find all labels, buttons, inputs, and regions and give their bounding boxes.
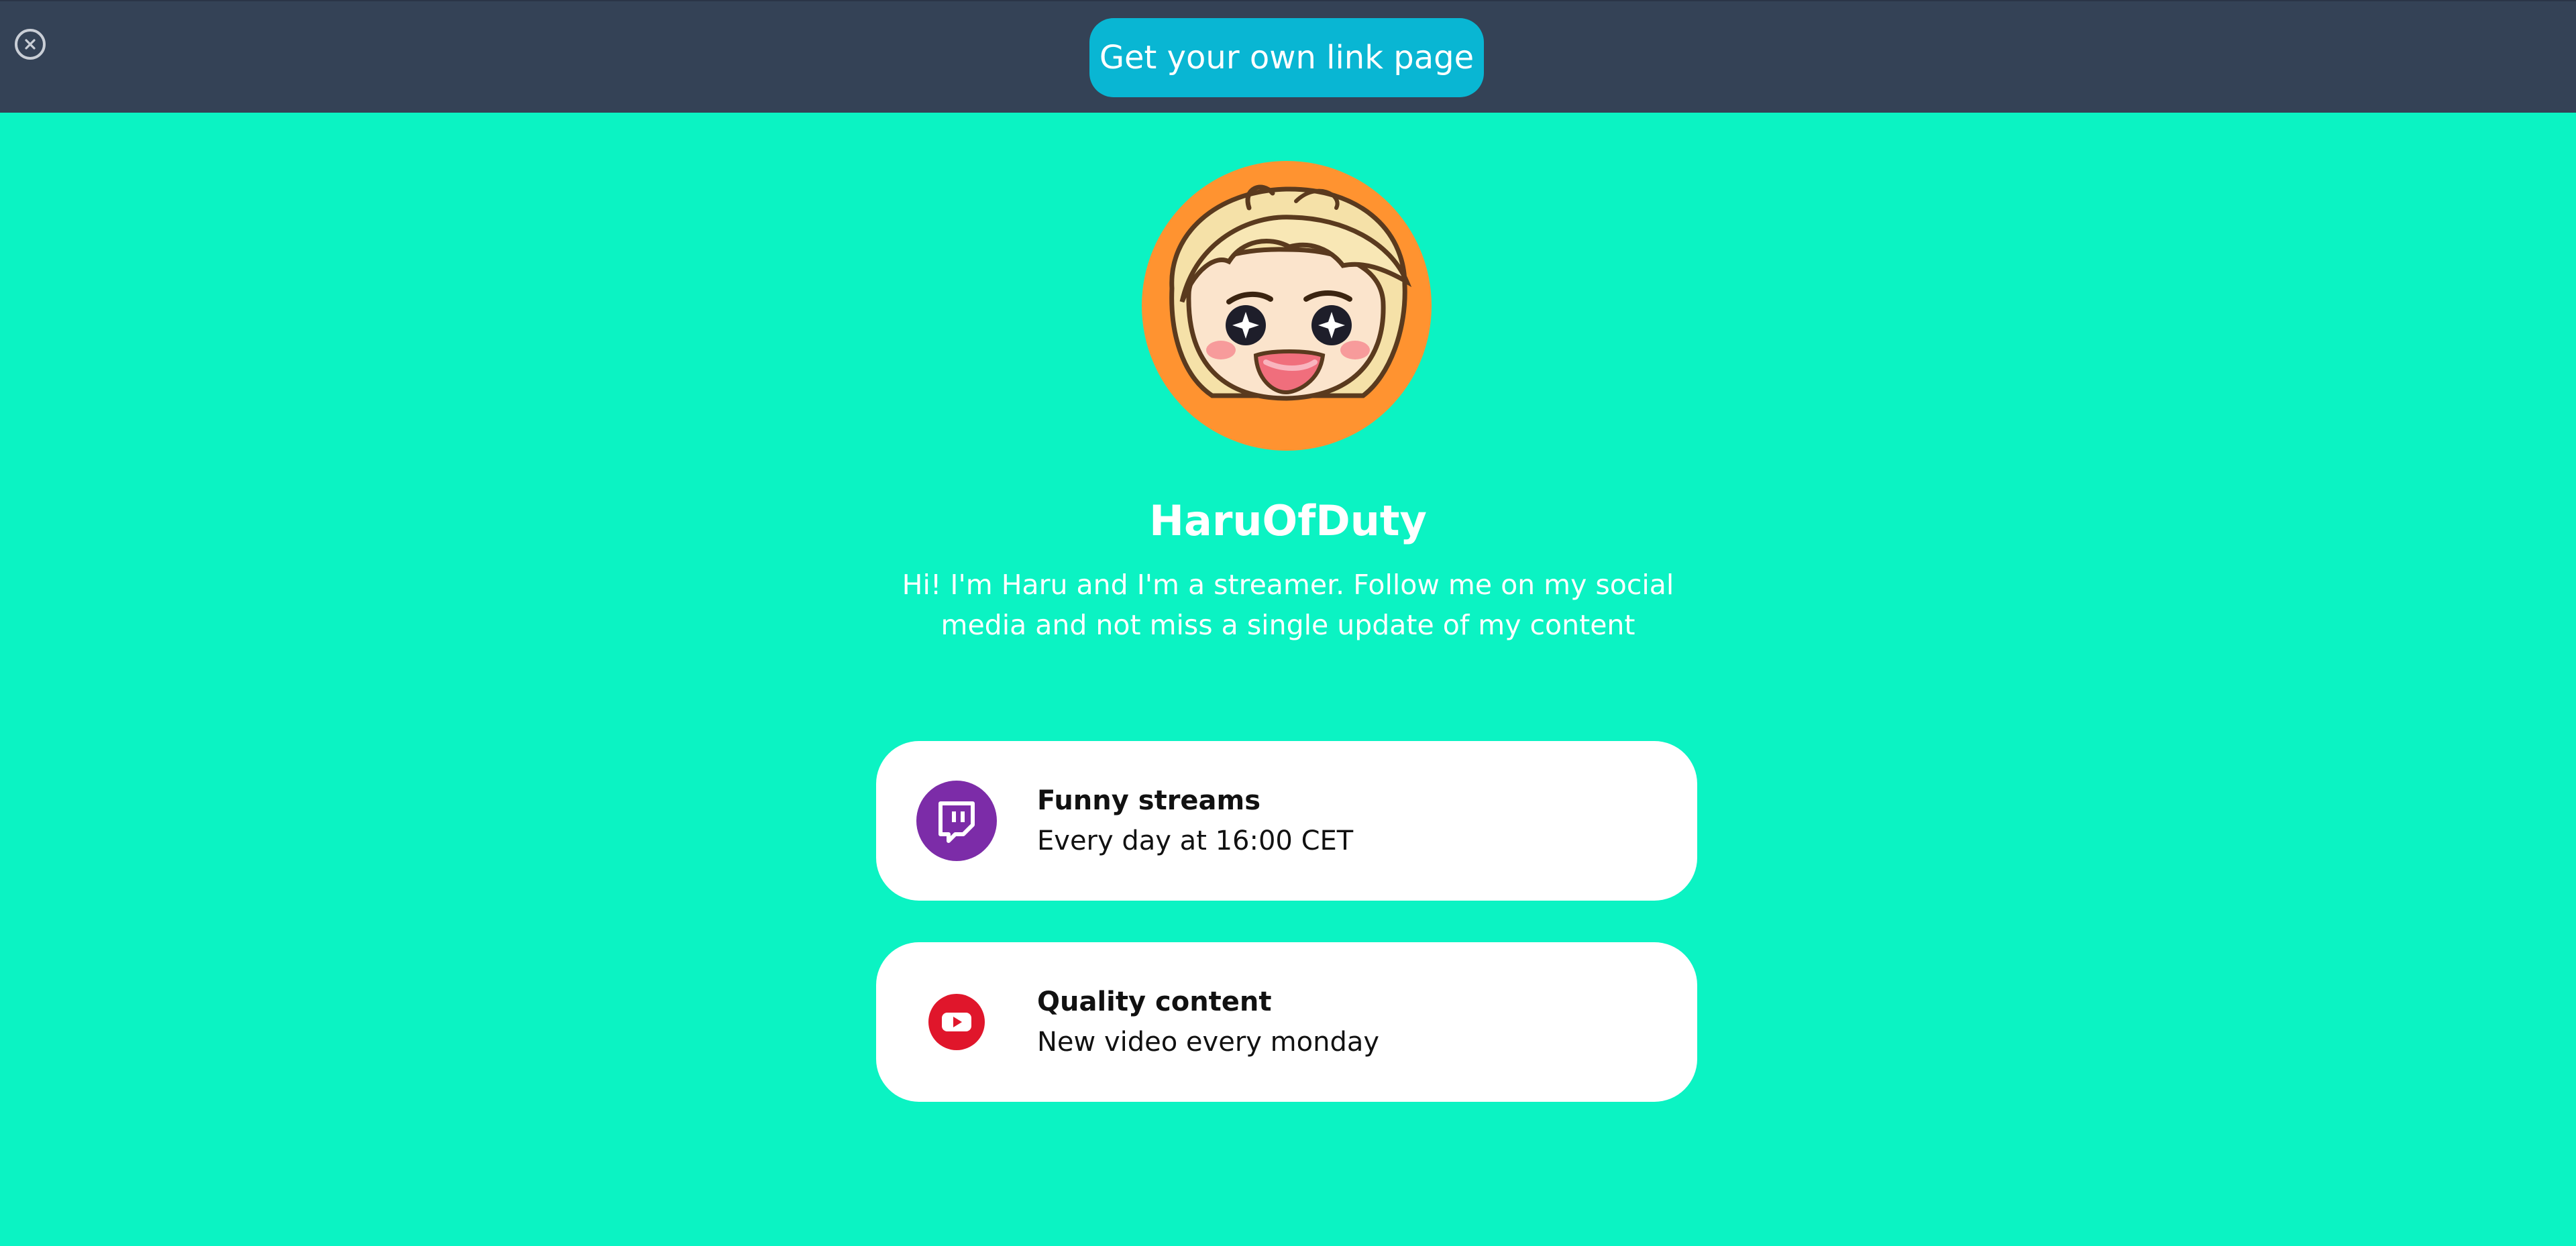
- link-card-twitch[interactable]: Funny streams Every day at 16:00 CET: [876, 741, 1697, 901]
- twitch-icon: [916, 781, 997, 861]
- profile-bio: Hi! I'm Haru and I'm a streamer. Follow …: [902, 569, 1674, 641]
- link-title: Quality content: [1037, 986, 1272, 1017]
- close-icon[interactable]: [15, 29, 46, 60]
- avatar: [1142, 161, 1432, 451]
- link-subtitle: New video every monday: [1037, 1027, 1380, 1058]
- link-title: Funny streams: [1037, 785, 1261, 816]
- youtube-icon: [916, 982, 997, 1062]
- link-card-youtube[interactable]: Quality content New video every monday: [876, 942, 1697, 1102]
- profile-name: HaruOfDuty: [1149, 496, 1427, 545]
- link-subtitle: Every day at 16:00 CET: [1037, 826, 1354, 856]
- get-link-page-button[interactable]: Get your own link page: [1089, 18, 1484, 97]
- promo-bar: Get your own link page: [0, 0, 2576, 113]
